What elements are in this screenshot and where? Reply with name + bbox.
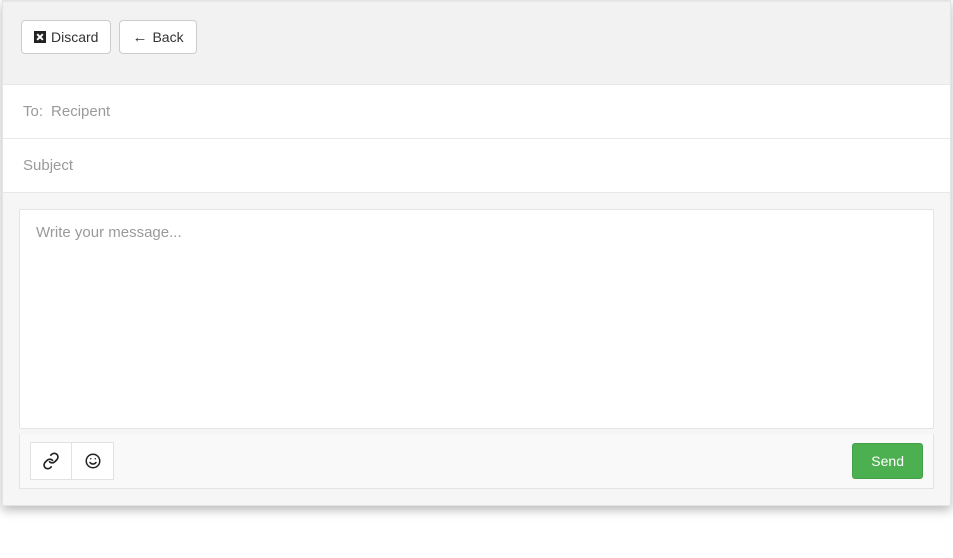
- arrow-left-icon: ←: [132, 30, 147, 45]
- subject-input[interactable]: [23, 157, 930, 174]
- to-input[interactable]: [51, 103, 930, 120]
- editor-area: Send: [3, 192, 950, 505]
- back-button-label: Back: [152, 28, 183, 46]
- close-icon: [34, 31, 46, 43]
- back-button[interactable]: ← Back: [119, 20, 196, 54]
- discard-button-label: Discard: [51, 28, 98, 46]
- message-textarea[interactable]: [19, 209, 934, 429]
- footer-tools: [30, 442, 114, 480]
- discard-button[interactable]: Discard: [21, 20, 111, 54]
- smile-icon: [84, 452, 102, 470]
- emoji-button[interactable]: [72, 442, 114, 480]
- attach-link-button[interactable]: [30, 442, 72, 480]
- to-label: To:: [23, 103, 43, 120]
- to-field-row: To:: [3, 84, 950, 138]
- subject-field-row: [3, 138, 950, 192]
- footer-bar: Send: [19, 434, 934, 489]
- header-bar: Discard ← Back: [3, 1, 950, 84]
- compose-panel: Discard ← Back To:: [2, 0, 951, 506]
- send-button[interactable]: Send: [852, 443, 923, 479]
- link-icon: [42, 452, 60, 470]
